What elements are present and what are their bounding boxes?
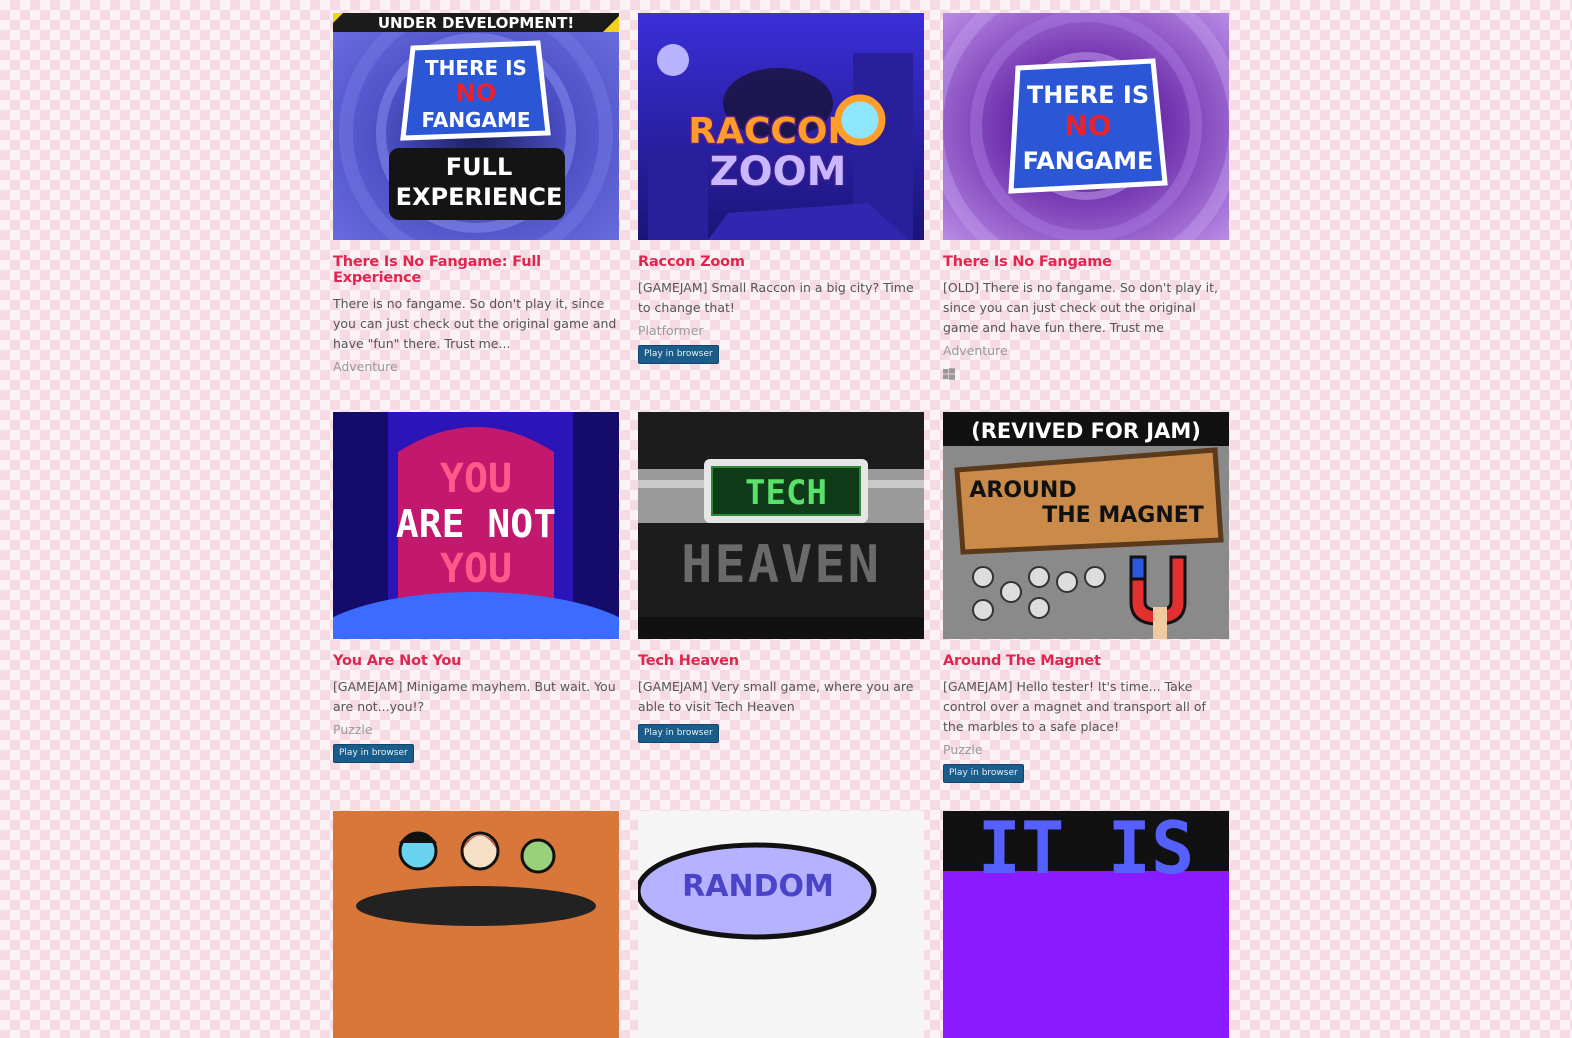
svg-text:IT IS: IT IS	[978, 811, 1195, 890]
game-card: (REVIVED FOR JAM) AROUND THE MAGNET Arou…	[943, 412, 1229, 783]
game-description: [GAMEJAM] Minigame mayhem. But wait. You…	[333, 679, 616, 714]
game-description: There is no fangame. So don't play it, s…	[333, 296, 617, 351]
game-genre: Adventure	[333, 359, 398, 374]
game-description: [GAMEJAM] Very small game, where you are…	[638, 679, 914, 714]
game-card	[333, 811, 619, 1038]
game-thumbnail[interactable]: TECH HEAVEN	[638, 412, 924, 639]
game-genre: Adventure	[943, 343, 1008, 358]
svg-text:ARE NOT: ARE NOT	[396, 502, 556, 546]
game-card: RACCON ZOOM Raccon Zoom [GAMEJAM] Small …	[638, 13, 924, 364]
game-card: THERE IS NO FANGAME There Is No Fangame …	[943, 13, 1229, 380]
game-card: RANDOM	[638, 811, 924, 1038]
game-thumbnail[interactable]: RANDOM	[638, 811, 924, 1038]
svg-text:NO: NO	[456, 79, 497, 107]
game-title-link[interactable]: There Is No Fangame: Full Experience	[333, 254, 619, 286]
game-thumbnail[interactable]: THERE IS NO FANGAME	[943, 13, 1229, 240]
svg-text:UNDER DEVELOPMENT!: UNDER DEVELOPMENT!	[378, 14, 574, 32]
play-in-browser-badge: Play in browser	[943, 764, 1024, 783]
svg-text:YOU: YOU	[440, 546, 512, 592]
game-title-link[interactable]: There Is No Fangame	[943, 254, 1229, 270]
svg-text:FANGAME: FANGAME	[421, 108, 530, 132]
game-card: UNDER DEVELOPMENT! THERE IS NO FANGAME F…	[333, 13, 619, 374]
game-genre: Puzzle	[943, 742, 983, 757]
game-description: [OLD] There is no fangame. So don't play…	[943, 280, 1218, 335]
svg-text:AROUND: AROUND	[969, 478, 1076, 503]
game-card: YOU ARE NOT YOU You Are Not You [GAMEJAM…	[333, 412, 619, 763]
svg-text:TECH: TECH	[745, 473, 827, 513]
game-genre: Puzzle	[333, 722, 373, 737]
game-card: IT IS	[943, 811, 1229, 1038]
svg-text:THE MAGNET: THE MAGNET	[1042, 503, 1204, 528]
svg-text:FULL: FULL	[446, 153, 512, 181]
play-in-browser-badge: Play in browser	[333, 744, 414, 763]
game-thumbnail[interactable]: (REVIVED FOR JAM) AROUND THE MAGNET	[943, 412, 1229, 639]
game-card: TECH HEAVEN Tech Heaven [GAMEJAM] Very s…	[638, 412, 924, 743]
svg-text:YOU: YOU	[440, 456, 512, 502]
svg-text:HEAVEN: HEAVEN	[681, 535, 881, 595]
game-title-link[interactable]: Around The Magnet	[943, 653, 1229, 669]
play-in-browser-badge: Play in browser	[638, 345, 719, 364]
svg-text:THERE IS: THERE IS	[425, 56, 527, 80]
game-title-link[interactable]: Raccon Zoom	[638, 254, 924, 270]
svg-text:FANGAME: FANGAME	[1023, 147, 1154, 175]
game-thumbnail[interactable]: YOU ARE NOT YOU	[333, 412, 619, 639]
windows-icon	[943, 368, 955, 380]
svg-text:RACCON: RACCON	[688, 111, 857, 152]
game-thumbnail[interactable]	[333, 811, 619, 1038]
game-thumbnail[interactable]: IT IS	[943, 811, 1229, 1038]
game-genre: Platformer	[638, 323, 704, 338]
game-description: [GAMEJAM] Small Raccon in a big city? Ti…	[638, 280, 914, 315]
game-description: [GAMEJAM] Hello tester! It's time... Tak…	[943, 679, 1206, 734]
svg-text:ZOOM: ZOOM	[710, 149, 847, 195]
game-thumbnail[interactable]: RACCON ZOOM	[638, 13, 924, 240]
game-thumbnail[interactable]: UNDER DEVELOPMENT! THERE IS NO FANGAME F…	[333, 13, 619, 240]
game-title-link[interactable]: You Are Not You	[333, 653, 619, 669]
svg-text:NO: NO	[1064, 109, 1111, 142]
play-in-browser-badge: Play in browser	[638, 724, 719, 743]
svg-text:EXPERIENCE: EXPERIENCE	[396, 183, 563, 211]
svg-text:THERE IS: THERE IS	[1027, 81, 1149, 109]
svg-text:RANDOM: RANDOM	[682, 869, 834, 904]
game-title-link[interactable]: Tech Heaven	[638, 653, 924, 669]
svg-text:(REVIVED FOR JAM): (REVIVED FOR JAM)	[971, 419, 1201, 443]
